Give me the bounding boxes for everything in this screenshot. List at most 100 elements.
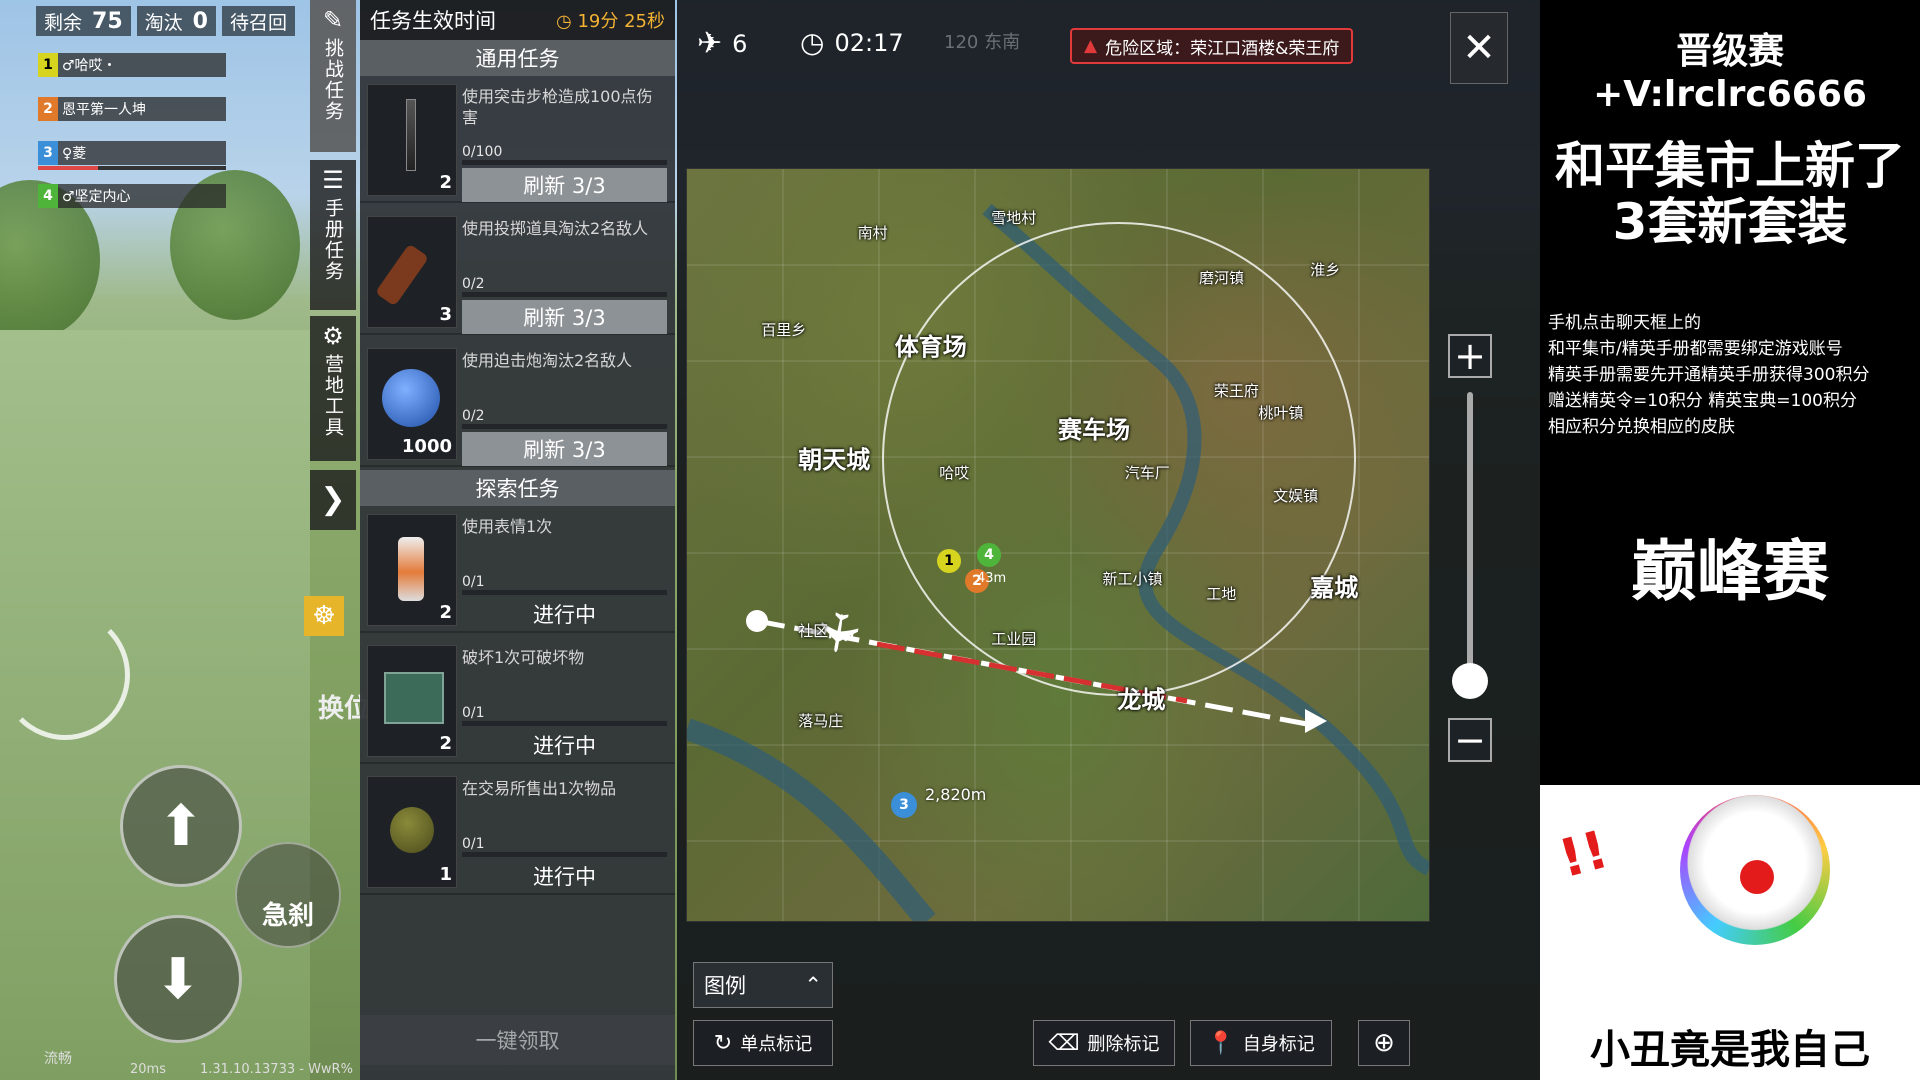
task-progress: 0/2 [462,276,485,292]
refresh-icon: ↻ [713,1030,733,1056]
map-place-label: 工业园 [991,629,1037,648]
clock-icon: ◷ [800,26,825,59]
self-mark-button[interactable]: 📍 自身标记 [1190,1020,1332,1066]
world-map[interactable]: ✈ 南村 雪地村 磨河镇 淮乡 百里乡 体育场 赛车场 桃叶镇 朝天城 汽车厂 新工小镇 嘉城 工业园龙… [686,168,1430,922]
crate-icon [384,672,444,724]
accelerate-button[interactable]: ⬆ [120,765,242,887]
map-place-label: 哈哎 [939,464,970,483]
map-place-label: 龙城 [1117,686,1166,715]
task-description: 使用投掷道具淘汰2名敌人 [462,219,649,238]
task-progress-bar [462,721,667,726]
team-member-3: 3 ♀菱 [38,141,226,165]
task-progress-bar [462,292,667,297]
grenade-icon [390,807,434,853]
plus-icon: + [1454,334,1486,378]
info-line: 手机点击聊天框上的 [1548,313,1701,333]
legend-button[interactable]: 图例 ⌃ [693,962,833,1008]
list-icon: ☰ [322,166,344,194]
single-mark-button[interactable]: ↻ 单点标记 [693,1020,833,1066]
info-line: 赠送精英令=10积分 精英宝典=100积分 [1548,391,1857,411]
task-reward-thumb: 3 [367,216,457,328]
reverse-button[interactable]: ⬇ [114,915,242,1043]
tier-label: 巅峰赛 [1631,533,1829,610]
task-item: 2 使用表情1次 0/1 进行中 [360,506,675,633]
task-status-button[interactable]: 进行中 [462,858,667,894]
map-place-label: 社区 [798,622,829,641]
meme-caption: 小丑竟是我自己 [1590,1027,1870,1073]
zoom-slider-thumb[interactable] [1452,663,1488,699]
team-member-name: ♀菱 [62,146,87,162]
task-timer: ◷ 19分 25秒 [556,11,665,32]
task-description: 使用表情1次 [462,517,553,536]
claim-all-button[interactable]: 一键领取 [360,1015,675,1065]
map-place-label: 工地 [1206,584,1237,603]
team-member-name: ♂坚定内心 [62,189,131,205]
clown-nose [1740,860,1774,894]
task-progress: 0/1 [462,705,485,721]
task-reward-thumb: 2 [367,84,457,196]
info-block: 手机点击聊天框上的 和平集市/精英手册都需要绑定游戏账号 精英手册需要先开通精英… [1548,310,1918,440]
refresh-task-button[interactable]: 刷新 3/3 [462,300,667,334]
clown-meme: !! 小丑竟是我自己 [1540,785,1920,1080]
info-line: 相应积分兑换相应的皮肤 [1548,417,1735,437]
arrow-up-icon: ⬆ [157,793,205,859]
hud-topbar: 剩余 75 淘汰 0 待召回 [36,6,295,38]
info-line: 精英手册需要先开通精英手册获得300积分 [1548,365,1870,385]
arrow-down-icon: ⬇ [154,946,202,1012]
ping-label: 20ms [130,1062,166,1077]
recall-counter: 待召回 [221,6,295,36]
edit-icon: ✎ [322,6,344,34]
task-status-button[interactable]: 进行中 [462,596,667,632]
section-explore-tasks: 探索任务 [360,470,675,506]
close-map-button[interactable]: ✕ [1450,12,1508,84]
map-place-label: 荣王府 [1213,381,1259,400]
rifle-icon [406,99,416,171]
coin-icon [382,369,440,427]
task-item: 1 在交易所售出1次物品 0/1 进行中 [360,768,675,895]
map-place-label: 汽车厂 [1124,464,1170,483]
task-progress: 0/100 [462,144,503,160]
collapse-panel-button[interactable]: ❯ [310,470,356,530]
zoom-in-button[interactable]: + [1448,334,1492,378]
crosshair-icon: ⊕ [1373,1028,1395,1058]
tab-handbook-tasks[interactable]: ☰ 手册任务 [310,160,356,310]
location-pin-icon: 📍 [1207,1030,1235,1056]
map-place-label: 嘉城 [1310,573,1359,602]
map-place-label: 体育场 [894,332,967,361]
map-place-label: 南村 [857,223,888,242]
tab-camp-tools[interactable]: ⚙ 营地工具 [310,316,356,461]
locate-self-button[interactable]: ⊕ [1358,1020,1410,1066]
brake-button[interactable]: 急刹 [235,842,341,948]
joystick-ring[interactable] [0,610,130,740]
safe-zone-circle [882,222,1356,696]
zoom-out-button[interactable]: − [1448,718,1492,762]
task-header: 任务生效时间 ◷ 19分 25秒 [360,0,675,40]
map-place-label: 雪地村 [991,208,1037,227]
tab-challenge-tasks[interactable]: ✎ 挑战任务 [310,0,356,152]
steering-wheel-icon[interactable]: ☸ [304,596,344,636]
teammate-marker-1: 1 [937,549,961,573]
team-member-name: ♂哈哎・ [62,58,117,74]
chevron-up-icon: ⌃ [804,973,822,997]
refresh-task-button[interactable]: 刷新 3/3 [462,432,667,466]
refresh-task-button[interactable]: 刷新 3/3 [462,168,667,202]
task-reward-thumb: 1000 [367,348,457,460]
task-reward-thumb: 2 [367,514,457,626]
task-header-title: 任务生效时间 [370,9,496,33]
task-description: 破坏1次可破坏物 [462,648,585,667]
player-distance: 2,820m [925,785,987,804]
danger-zone-banner: ▲ 危险区域：荣江口酒楼&荣王府 [1070,28,1354,64]
molotov-icon [374,243,430,307]
section-general-tasks: 通用任务 [360,40,675,76]
teammate-marker-4: 4 [977,543,1001,567]
task-reward-thumb: 2 [367,645,457,757]
stream-title: 晋级赛+V:lrclrc6666 [1593,31,1867,115]
map-place-label: 落马庄 [798,712,844,731]
zoom-slider-track[interactable] [1467,392,1473,692]
delete-mark-button[interactable]: ⌫ 删除标记 [1033,1020,1175,1066]
map-overlay [687,169,1429,921]
map-place-label: 百里乡 [761,321,807,340]
task-item: 1000 使用迫击炮淘汰2名敌人 0/2 刷新 3/3 [360,340,675,467]
task-status-button[interactable]: 进行中 [462,727,667,763]
task-progress: 0/1 [462,836,485,852]
